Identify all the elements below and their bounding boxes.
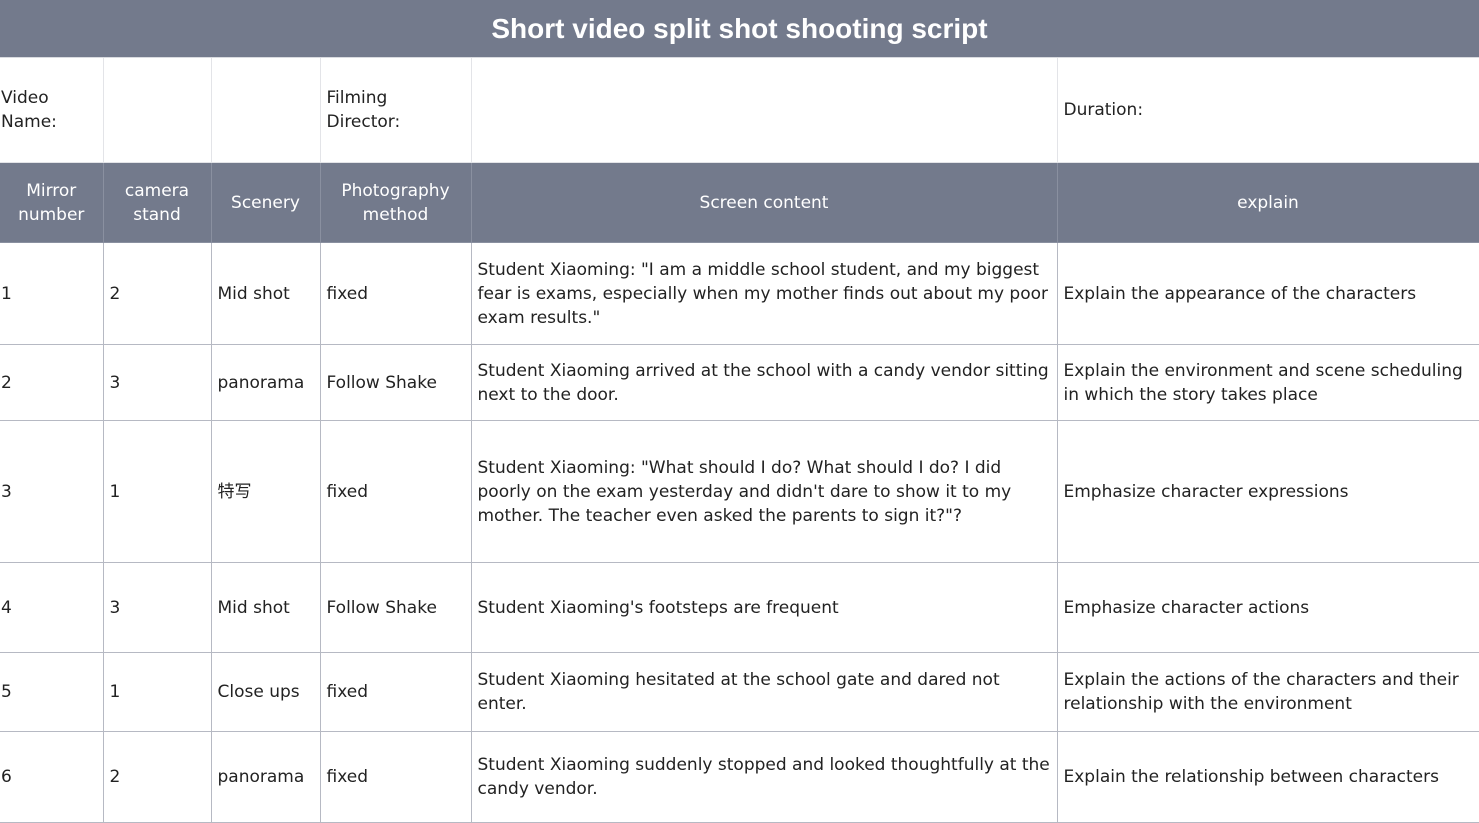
screen-content-cell: Student Xiaoming: "What should I do? Wha… — [471, 420, 1058, 563]
column-header: explain — [1057, 162, 1479, 243]
video-name-value-extra[interactable] — [211, 58, 321, 163]
photography-method-cell: fixed — [320, 731, 472, 823]
camera-stand-cell: 3 — [103, 562, 212, 653]
table-row: 1 2 Mid shot fixed Student Xiaoming: "I … — [0, 242, 1479, 345]
table-row: 6 2 panorama fixed Student Xiaoming sudd… — [0, 731, 1479, 823]
table-row: 3 1 特写 fixed Student Xiaoming: "What sho… — [0, 420, 1479, 563]
scenery-cell: Close ups — [211, 652, 321, 732]
camera-stand-cell: 1 — [103, 420, 212, 563]
scenery-cell: 特写 — [211, 420, 321, 563]
video-name-label: Video Name: — [0, 58, 104, 163]
scenery-cell: panorama — [211, 731, 321, 823]
screen-content-cell: Student Xiaoming hesitated at the school… — [471, 652, 1058, 732]
column-header: Scenery — [211, 162, 321, 243]
photography-method-cell: fixed — [320, 242, 472, 345]
screen-content-cell: Student Xiaoming: "I am a middle school … — [471, 242, 1058, 345]
scenery-cell: Mid shot — [211, 242, 321, 345]
photography-method-cell: Follow Shake — [320, 562, 472, 653]
photography-method-cell: fixed — [320, 420, 472, 563]
filming-director-value[interactable] — [471, 58, 1058, 163]
mirror-number-cell: 2 — [0, 344, 104, 421]
screen-content-cell: Student Xiaoming suddenly stopped and lo… — [471, 731, 1058, 823]
explain-cell: Emphasize character expressions — [1057, 420, 1479, 563]
mirror-number-cell: 5 — [0, 652, 104, 732]
column-header: camera stand — [103, 162, 212, 243]
header-row: Mirror number camera stand Scenery Photo… — [0, 162, 1479, 243]
filming-director-label: Filming Director: — [320, 58, 472, 163]
document-title: Short video split shot shooting script — [0, 0, 1479, 58]
mirror-number-cell: 4 — [0, 562, 104, 653]
column-header: Mirror number — [0, 162, 104, 243]
screen-content-cell: Student Xiaoming arrived at the school w… — [471, 344, 1058, 421]
column-header: Photography method — [320, 162, 472, 243]
explain-cell: Explain the relationship between charact… — [1057, 731, 1479, 823]
mirror-number-cell: 3 — [0, 420, 104, 563]
screen-content-cell: Student Xiaoming's footsteps are frequen… — [471, 562, 1058, 653]
table-row: 5 1 Close ups fixed Student Xiaoming hes… — [0, 652, 1479, 732]
info-row: Video Name: Filming Director: Duration: — [0, 58, 1479, 163]
shooting-script-table: Video Name: Filming Director: Duration: … — [0, 58, 1479, 823]
camera-stand-cell: 2 — [103, 731, 212, 823]
table-row: 2 3 panorama Follow Shake Student Xiaomi… — [0, 344, 1479, 421]
video-name-value[interactable] — [103, 58, 212, 163]
scenery-cell: panorama — [211, 344, 321, 421]
duration-label: Duration: — [1057, 58, 1479, 163]
explain-cell: Explain the actions of the characters an… — [1057, 652, 1479, 732]
column-header: Screen content — [471, 162, 1058, 243]
explain-cell: Explain the appearance of the characters — [1057, 242, 1479, 345]
mirror-number-cell: 6 — [0, 731, 104, 823]
explain-cell: Explain the environment and scene schedu… — [1057, 344, 1479, 421]
explain-cell: Emphasize character actions — [1057, 562, 1479, 653]
camera-stand-cell: 2 — [103, 242, 212, 345]
camera-stand-cell: 3 — [103, 344, 212, 421]
camera-stand-cell: 1 — [103, 652, 212, 732]
mirror-number-cell: 1 — [0, 242, 104, 345]
photography-method-cell: fixed — [320, 652, 472, 732]
table-row: 4 3 Mid shot Follow Shake Student Xiaomi… — [0, 562, 1479, 653]
photography-method-cell: Follow Shake — [320, 344, 472, 421]
scenery-cell: Mid shot — [211, 562, 321, 653]
